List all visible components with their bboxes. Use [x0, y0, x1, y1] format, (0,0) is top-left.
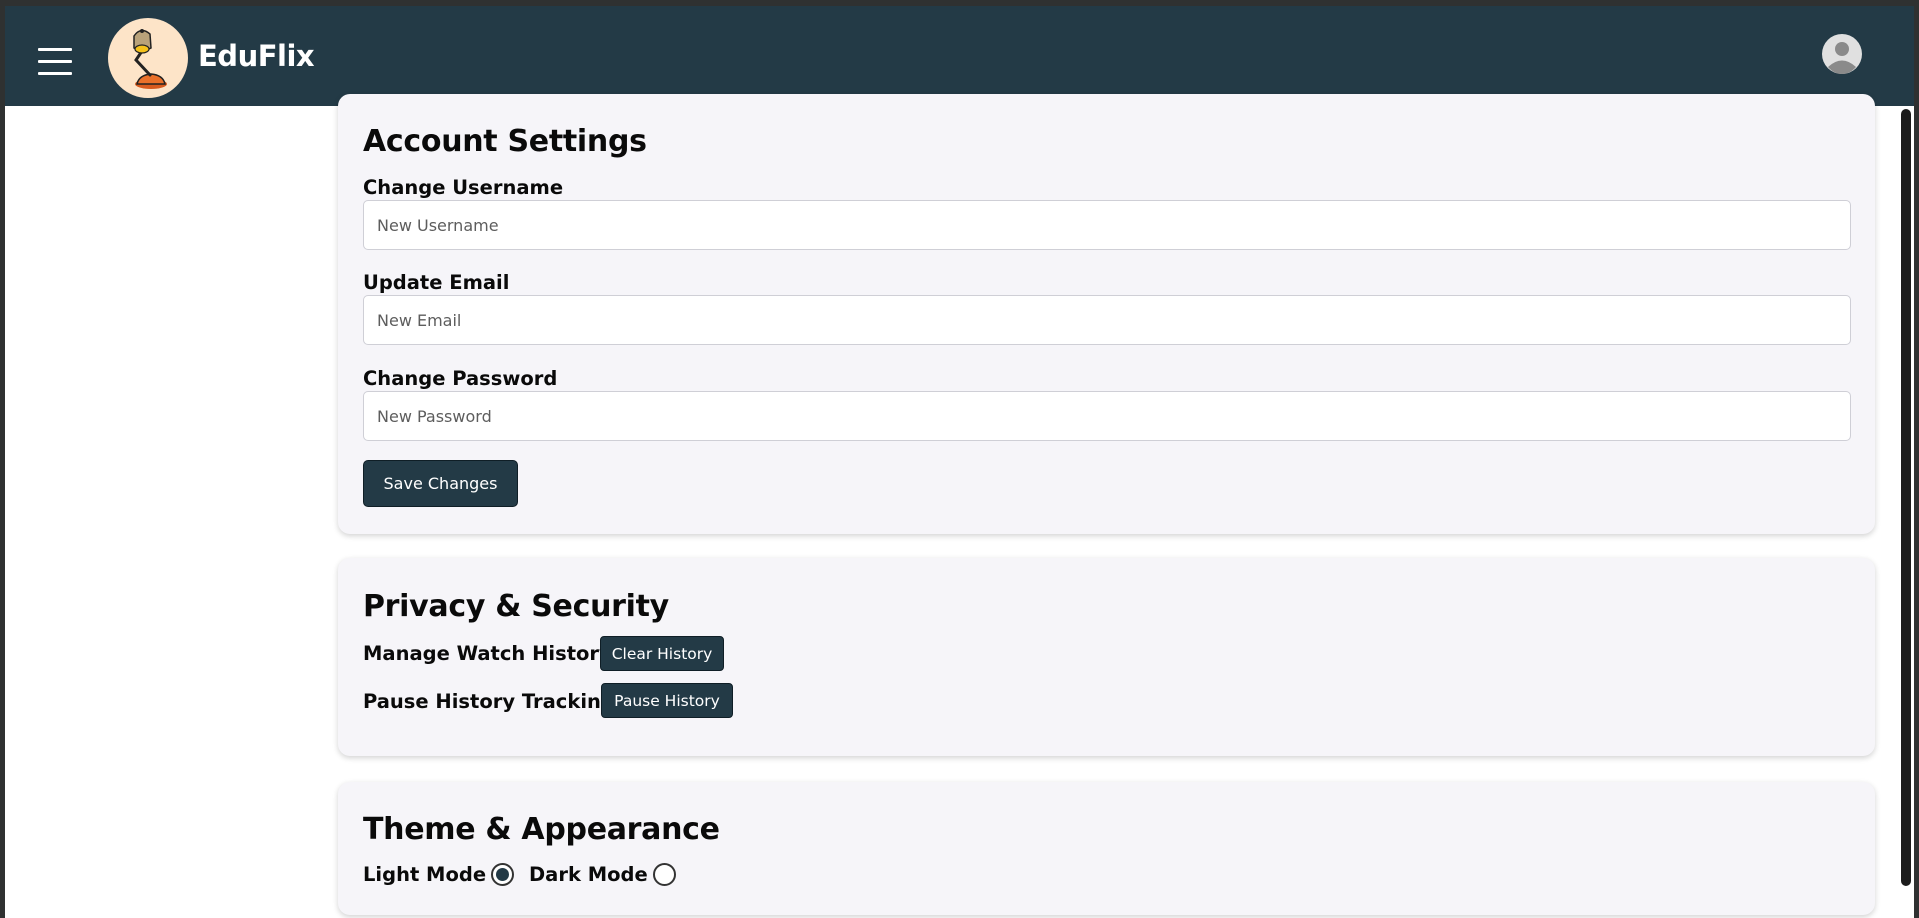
manage-watch-history-label: Manage Watch History: [363, 642, 612, 665]
save-changes-button[interactable]: Save Changes: [363, 460, 518, 507]
account-settings-title: Account Settings: [363, 124, 647, 159]
update-email-label: Update Email: [363, 271, 510, 294]
hamburger-icon[interactable]: [38, 46, 72, 76]
pause-history-tracking-label: Pause History Tracking: [363, 690, 615, 713]
desk-lamp-icon: [108, 18, 188, 98]
clear-history-button[interactable]: Clear History: [600, 636, 724, 671]
privacy-security-card: Privacy & Security Manage Watch History …: [338, 558, 1875, 756]
password-input[interactable]: [363, 391, 1851, 441]
light-mode-label: Light Mode: [363, 863, 487, 886]
account-settings-card: Account Settings Change Username Update …: [338, 94, 1875, 534]
change-password-label: Change Password: [363, 367, 558, 390]
dark-mode-label: Dark Mode: [529, 863, 648, 886]
app-window: EduFlix Account Settings Change Username…: [5, 6, 1914, 918]
user-avatar-icon[interactable]: [1822, 34, 1862, 74]
light-mode-radio[interactable]: [491, 863, 514, 886]
username-input[interactable]: [363, 200, 1851, 250]
pause-history-button[interactable]: Pause History: [601, 683, 733, 718]
change-username-label: Change Username: [363, 176, 564, 199]
brand-name[interactable]: EduFlix: [198, 39, 315, 73]
privacy-security-title: Privacy & Security: [363, 589, 669, 624]
top-navbar: EduFlix: [5, 6, 1914, 106]
theme-appearance-card: Theme & Appearance Light Mode Dark Mode: [338, 782, 1875, 915]
dark-mode-radio[interactable]: [653, 863, 676, 886]
vertical-scrollbar[interactable]: [1901, 109, 1911, 886]
theme-appearance-title: Theme & Appearance: [363, 812, 720, 847]
email-input[interactable]: [363, 295, 1851, 345]
